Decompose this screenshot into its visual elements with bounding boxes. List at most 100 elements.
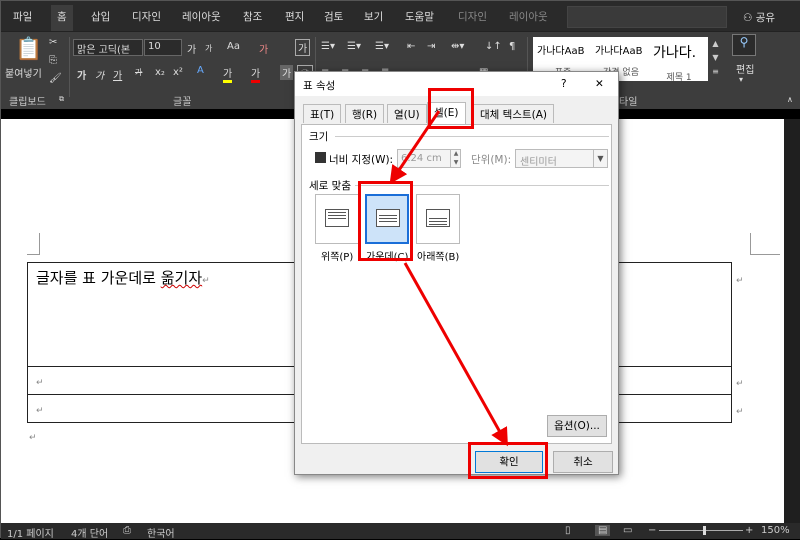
align-top-option[interactable] bbox=[315, 194, 359, 244]
tab-cell[interactable]: 셀(E) bbox=[427, 102, 466, 124]
margin-mark bbox=[750, 254, 780, 255]
highlight-button[interactable]: 가 bbox=[223, 65, 233, 83]
numbering-icon[interactable]: ☰▾ bbox=[347, 41, 361, 52]
width-checkbox[interactable] bbox=[315, 152, 326, 163]
proofing-icon[interactable]: ⎙ bbox=[123, 525, 131, 536]
read-mode-icon[interactable]: ▯ bbox=[565, 525, 571, 536]
zoom-out-icon[interactable]: − bbox=[648, 525, 656, 536]
italic-button[interactable]: 가 bbox=[95, 67, 104, 82]
chevron-down-icon: ▼ bbox=[593, 150, 607, 167]
underline-button[interactable]: 가 bbox=[113, 67, 122, 82]
divider bbox=[355, 185, 609, 186]
char-border-button[interactable]: 가 bbox=[295, 39, 311, 56]
superscript-button[interactable]: x² bbox=[173, 67, 183, 78]
tab-review[interactable]: 검토 bbox=[324, 9, 343, 25]
multilevel-list-icon[interactable]: ☰▾ bbox=[375, 41, 389, 52]
search-box[interactable] bbox=[567, 6, 727, 28]
font-size-combo[interactable]: 10 bbox=[144, 39, 182, 56]
editing-button[interactable]: 편집 bbox=[736, 61, 754, 76]
shrink-font-button[interactable]: 가 bbox=[205, 43, 212, 54]
font-name-combo[interactable]: 맑은 고딕(본 bbox=[73, 39, 143, 56]
tab-row[interactable]: 행(R) bbox=[345, 104, 385, 123]
unit-value: 센티미터 bbox=[520, 157, 557, 168]
char-spacing-icon[interactable]: ⇹▾ bbox=[451, 41, 464, 52]
ribbon-tab-bar: 파일 홈 삽입 디자인 레이아웃 참조 편지 검토 보기 도움말 디자인 레이아… bbox=[1, 1, 800, 31]
margin-mark bbox=[39, 233, 40, 255]
show-marks-icon[interactable]: ¶ bbox=[509, 41, 515, 52]
options-button[interactable]: 옵션(O)... bbox=[547, 415, 607, 437]
dialog-launcher-icon[interactable]: ⧉ bbox=[59, 95, 64, 104]
tab-table[interactable]: 표(T) bbox=[303, 104, 342, 123]
style-preview: 가나다AaB bbox=[537, 46, 585, 57]
cell-text: 글자를 표 가운데로 bbox=[36, 269, 161, 287]
zoom-slider-thumb[interactable] bbox=[703, 526, 706, 535]
unit-label: 단위(M): bbox=[471, 154, 512, 166]
style-heading-1[interactable]: 가나다. 제목 1 bbox=[651, 37, 707, 81]
close-icon[interactable]: ✕ bbox=[595, 78, 604, 90]
zoom-slider[interactable] bbox=[659, 530, 743, 531]
decrease-indent-icon[interactable]: ⇤ bbox=[407, 41, 415, 52]
clear-format-button[interactable]: 가 bbox=[259, 41, 268, 56]
tab-alt-text[interactable]: 대체 텍스트(A) bbox=[473, 104, 555, 123]
width-spinner[interactable]: ▲ ▼ bbox=[450, 149, 461, 168]
help-button[interactable]: ? bbox=[561, 78, 567, 90]
tab-insert[interactable]: 삽입 bbox=[91, 9, 110, 25]
paste-label[interactable]: 붙여넣기 bbox=[5, 65, 42, 80]
align-center-option[interactable] bbox=[365, 194, 409, 244]
chevron-down-icon[interactable]: ▾ bbox=[739, 75, 743, 84]
strikethrough-button[interactable]: 가 bbox=[135, 67, 142, 78]
increase-indent-icon[interactable]: ⇥ bbox=[427, 41, 435, 52]
align-top-label[interactable]: 위쪽(P) bbox=[321, 248, 353, 263]
sort-icon[interactable]: ↓↑ bbox=[485, 41, 502, 52]
share-button[interactable]: ⚇ 공유 bbox=[743, 10, 775, 25]
dialog-titlebar: 표 속성 ? ✕ bbox=[295, 72, 618, 96]
dialog-title: 표 속성 bbox=[303, 80, 336, 92]
style-preview: 가나다. bbox=[653, 45, 697, 61]
vertical-scrollbar[interactable] bbox=[784, 119, 800, 523]
print-layout-icon[interactable]: ▤ bbox=[595, 525, 611, 536]
tab-help[interactable]: 도움말 bbox=[405, 9, 434, 25]
tab-mailings[interactable]: 편지 bbox=[285, 9, 304, 25]
text-effects-icon[interactable]: A bbox=[197, 65, 204, 76]
font-color-button[interactable]: 가 bbox=[251, 65, 261, 83]
paste-icon[interactable]: 📋 bbox=[15, 37, 42, 62]
format-painter-icon[interactable]: 🖌 bbox=[49, 73, 62, 84]
bold-button[interactable]: 가 bbox=[77, 67, 86, 82]
tab-column[interactable]: 열(U) bbox=[387, 104, 427, 123]
share-label: 공유 bbox=[755, 12, 776, 24]
align-center-label[interactable]: 가운데(C) bbox=[366, 248, 408, 263]
copy-icon[interactable]: ⎘ bbox=[49, 55, 57, 66]
grow-font-button[interactable]: 가 bbox=[187, 41, 196, 56]
font-group-label: 글꼴 bbox=[173, 97, 192, 108]
find-icon[interactable]: ⚲ bbox=[732, 34, 756, 56]
collapse-ribbon-icon[interactable]: ∧ bbox=[787, 95, 793, 104]
tab-table-design[interactable]: 디자인 bbox=[458, 9, 487, 25]
tab-layout[interactable]: 레이아웃 bbox=[182, 9, 221, 25]
zoom-level[interactable]: 150% bbox=[761, 525, 790, 536]
subscript-button[interactable]: x₂ bbox=[155, 67, 165, 78]
tab-file[interactable]: 파일 bbox=[13, 9, 32, 25]
char-shading-button[interactable]: 가 bbox=[280, 65, 294, 80]
change-case-button[interactable]: Aa bbox=[227, 41, 240, 52]
gallery-scroll-icon[interactable]: ▲ ▼ ≡ bbox=[710, 37, 721, 81]
tab-table-layout[interactable]: 레이아웃 bbox=[509, 9, 548, 25]
unit-select[interactable]: 센티미터 ▼ bbox=[515, 149, 608, 168]
tab-references[interactable]: 참조 bbox=[243, 9, 262, 25]
web-layout-icon[interactable]: ▭ bbox=[623, 525, 632, 536]
tab-view[interactable]: 보기 bbox=[364, 9, 383, 25]
tab-home[interactable]: 홈 bbox=[51, 5, 73, 31]
bullets-icon[interactable]: ☰▾ bbox=[321, 41, 335, 52]
align-bottom-label[interactable]: 아래쪽(B) bbox=[417, 248, 459, 263]
style-preview: 가나다AaB bbox=[595, 46, 643, 57]
align-bottom-option[interactable] bbox=[416, 194, 460, 244]
divider bbox=[335, 136, 609, 137]
vertical-align-section-label: 세로 맞춤 bbox=[309, 180, 351, 192]
dialog-panel bbox=[301, 124, 612, 444]
cut-icon[interactable]: ✂ bbox=[49, 37, 57, 48]
margin-mark bbox=[27, 254, 40, 255]
align-top-icon bbox=[325, 209, 349, 227]
cancel-button[interactable]: 취소 bbox=[553, 451, 613, 473]
ok-button[interactable]: 확인 bbox=[475, 451, 543, 473]
zoom-in-icon[interactable]: + bbox=[745, 525, 753, 536]
tab-design[interactable]: 디자인 bbox=[132, 9, 161, 25]
